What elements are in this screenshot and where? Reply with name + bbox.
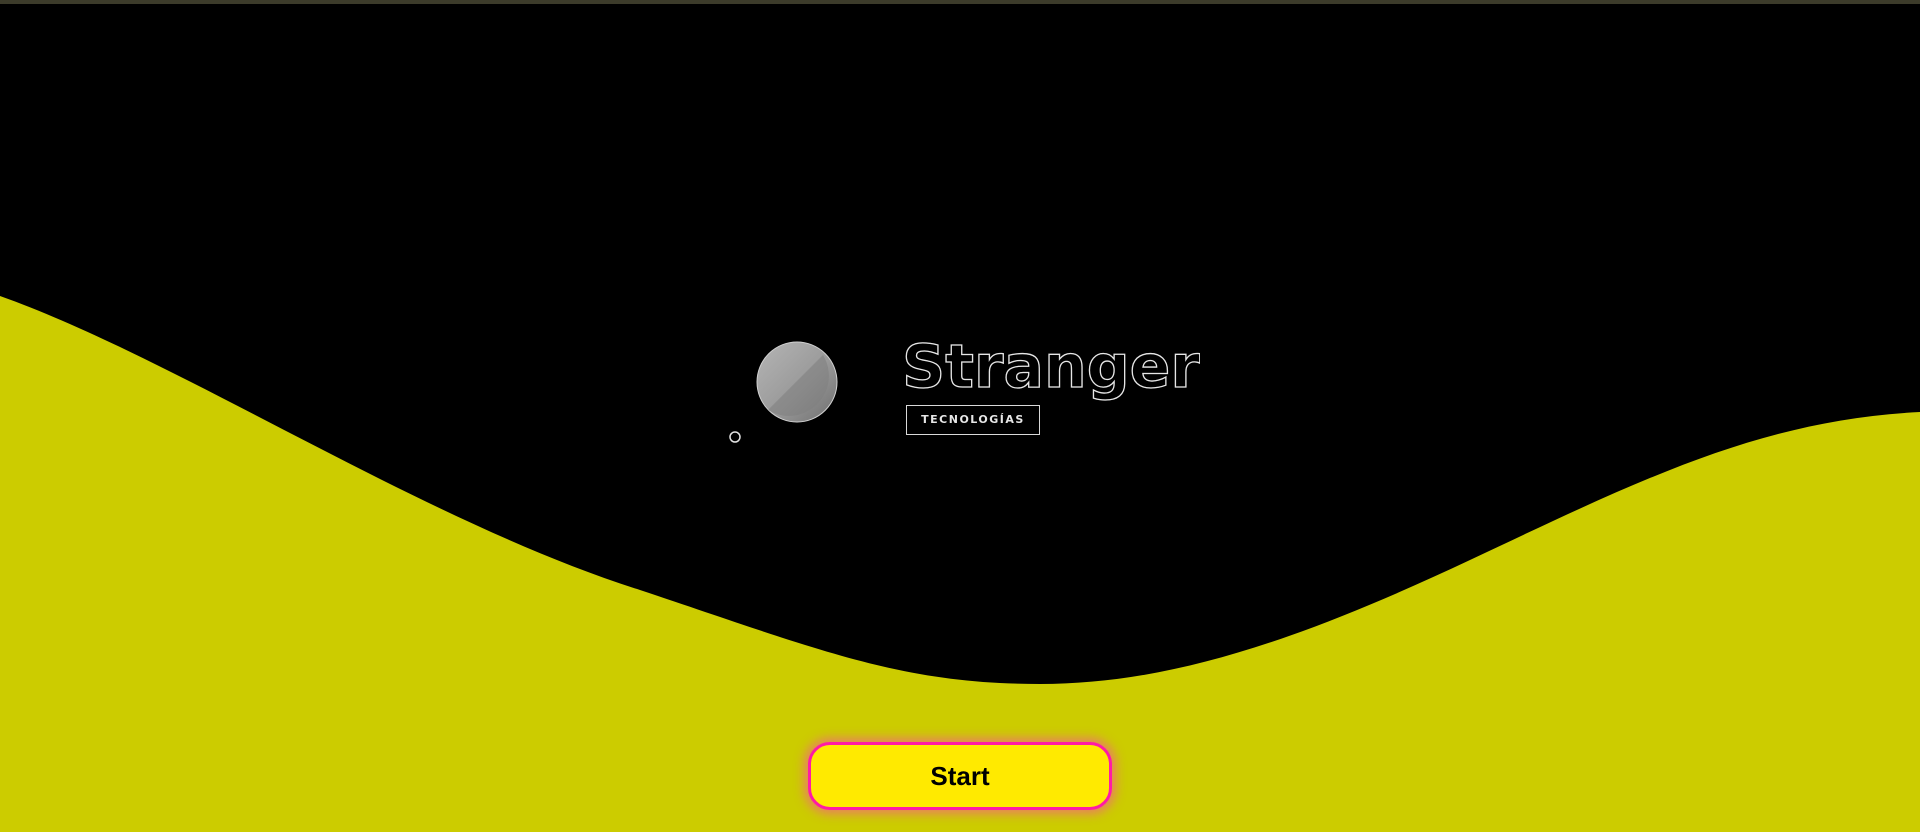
splash-screen: Strangers TECNOLOGÍAS Start [0, 0, 1920, 832]
brand-wordmark: Strangers [900, 330, 1236, 410]
start-button[interactable]: Start [808, 742, 1112, 810]
brand-name: Strangers [902, 332, 1200, 402]
brand-logo: Strangers TECNOLOGÍAS [720, 330, 1236, 460]
moon-sphere-icon [729, 341, 838, 443]
brand-tagline: TECNOLOGÍAS [906, 405, 1040, 435]
